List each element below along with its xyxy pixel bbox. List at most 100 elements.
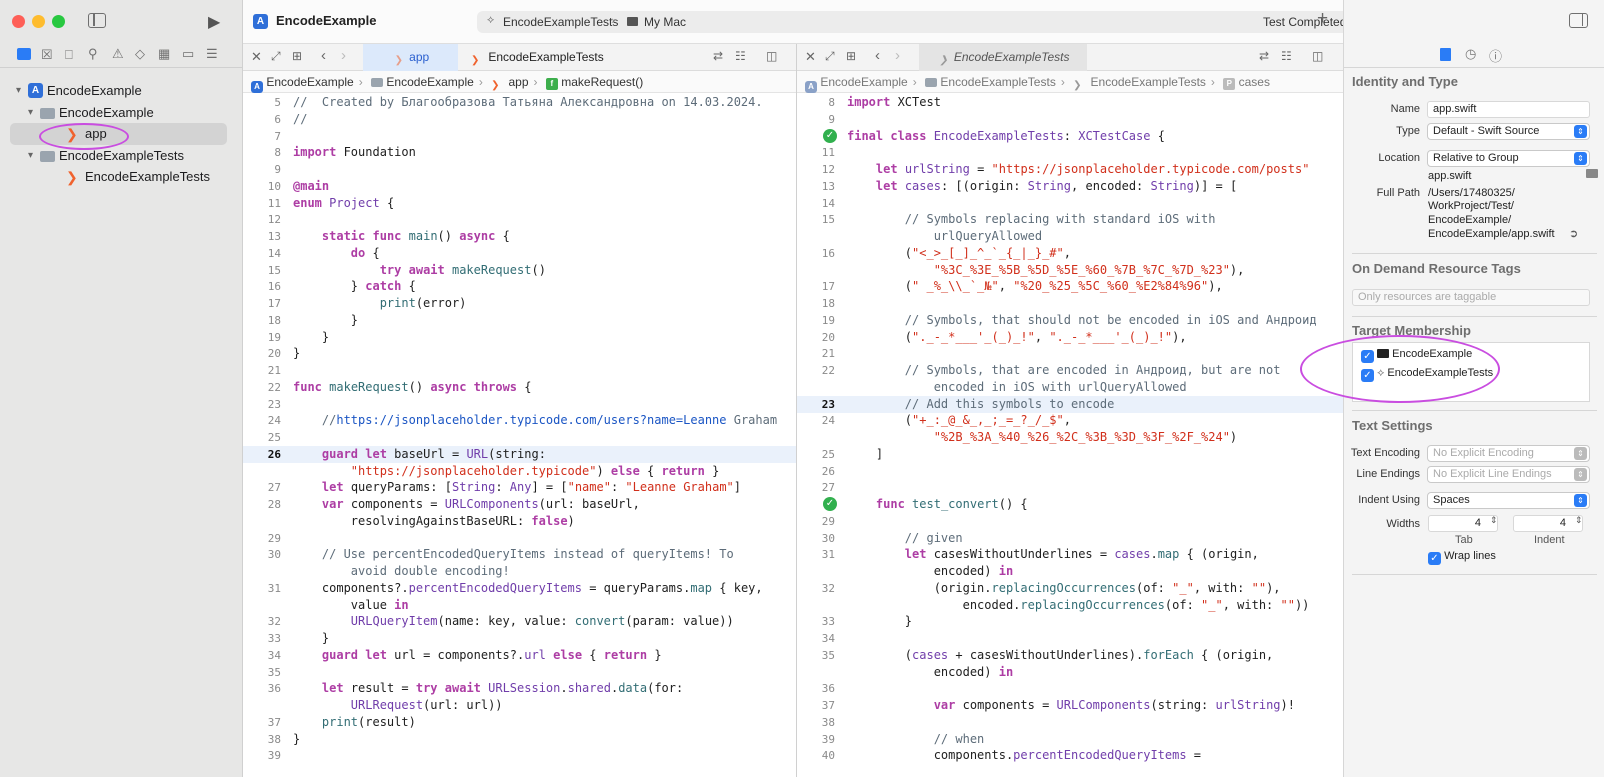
line-number[interactable]: 18 — [797, 295, 835, 312]
name-field[interactable]: app.swift — [1427, 101, 1590, 118]
line-number[interactable]: 40 — [797, 747, 835, 764]
code-line[interactable]: avoid double encoding! — [243, 563, 796, 580]
test-passed-icon[interactable]: ✓ — [823, 497, 837, 511]
line-number[interactable]: 8 — [797, 94, 835, 111]
line-number[interactable]: 31 — [243, 580, 281, 597]
code-line[interactable]: 16 } catch { — [243, 278, 796, 295]
jump-item[interactable]: cases — [1239, 75, 1270, 89]
code-line[interactable]: 24 //https://jsonplaceholder.typicode.co… — [243, 412, 796, 429]
code-line[interactable]: 5 // Created by Благообразова Татьяна Але… — [243, 94, 796, 111]
code-line[interactable]: 35 (cases + casesWithoutUnderlines).forE… — [797, 647, 1343, 664]
line-number[interactable]: 30 — [797, 530, 835, 547]
line-number[interactable]: 32 — [797, 580, 835, 597]
line-number[interactable]: 8 — [243, 144, 281, 161]
code-line[interactable]: 21 — [797, 345, 1343, 362]
code-line[interactable]: 30 // Use percentEncodedQueryItems inste… — [243, 546, 796, 563]
navigator-item[interactable]: ▾ A EncodeExample — [0, 80, 243, 102]
code-line[interactable]: 15 // Symbols replacing with standard iO… — [797, 211, 1343, 228]
code-line[interactable]: resolvingAgainstBaseURL: false) — [243, 513, 796, 530]
code-line[interactable]: 9 — [243, 161, 796, 178]
file-inspector-icon[interactable] — [1440, 48, 1451, 61]
line-number[interactable]: 36 — [243, 680, 281, 697]
find-icon[interactable]: ⚲ — [88, 46, 98, 62]
tab-encodeexampletests[interactable]: ❯ EncodeExampleTests — [919, 44, 1087, 71]
line-number[interactable]: 23 — [243, 396, 281, 413]
line-number[interactable]: 26 — [797, 463, 835, 480]
line-number[interactable]: 14 — [243, 245, 281, 262]
disclosure-chevron-icon[interactable]: ▾ — [28, 102, 33, 124]
line-number[interactable]: 30 — [243, 546, 281, 563]
line-number[interactable]: 21 — [243, 362, 281, 379]
line-number[interactable]: 39 — [243, 747, 281, 764]
code-line[interactable]: 31 components?.percentEncodedQueryItems … — [243, 580, 796, 597]
code-line[interactable]: 7 — [243, 128, 796, 145]
line-number[interactable]: 37 — [797, 697, 835, 714]
line-number[interactable]: 18 — [243, 312, 281, 329]
breakpoint-icon[interactable]: ▭ — [182, 46, 194, 62]
zoom-window-button[interactable] — [52, 15, 65, 28]
source-control-icon[interactable]: ☒ — [41, 47, 53, 63]
code-line[interactable]: encoded.replacingOccurrences(of: "_", wi… — [797, 597, 1343, 614]
tab-width-field[interactable]: 4 — [1428, 515, 1498, 532]
line-number[interactable]: 19 — [797, 312, 835, 329]
split-editor-icon[interactable]: ◫ — [1312, 49, 1323, 63]
jump-item[interactable]: EncodeExampleTests — [1091, 75, 1206, 89]
code-line[interactable]: 19 // Symbols, that should not be encode… — [797, 312, 1343, 329]
jump-item[interactable]: EncodeExample — [266, 75, 353, 89]
line-number[interactable]: 14 — [797, 195, 835, 212]
line-number[interactable]: 27 — [243, 479, 281, 496]
line-number[interactable]: 25 — [797, 446, 835, 463]
line-number[interactable]: 32 — [243, 613, 281, 630]
code-line[interactable]: 39 — [243, 747, 796, 764]
code-line[interactable]: 12 — [243, 211, 796, 228]
code-line[interactable]: 27 let queryParams: [String: Any] = ["na… — [243, 479, 796, 496]
code-line[interactable]: encoded) in — [797, 664, 1343, 681]
code-line[interactable]: 17 (" _%_\\_`_№", "%20_%25_%5C_%60_%E2%8… — [797, 278, 1343, 295]
stepper-icon[interactable]: ⇕ — [1490, 515, 1498, 526]
tab-encodeexampletests[interactable]: ❯ EncodeExampleTests — [463, 44, 612, 71]
line-number[interactable]: 9 — [243, 161, 281, 178]
checkbox-checked[interactable]: ✓ — [1428, 552, 1441, 565]
code-line[interactable]: 36 let result = try await URLSession.sha… — [243, 680, 796, 697]
reveal-arrow-icon[interactable]: ➲ — [1569, 227, 1578, 240]
related-items-icon[interactable]: ⇄ — [1259, 49, 1269, 63]
tab-app[interactable]: ❯ app — [363, 44, 458, 71]
line-number[interactable]: 17 — [243, 295, 281, 312]
inspector-toggle-icon[interactable] — [1569, 13, 1588, 28]
jump-item[interactable]: makeRequest() — [561, 75, 643, 89]
code-line[interactable]: 24 ("+_:_@_&_,_;_=_?_/_$", — [797, 412, 1343, 429]
code-line[interactable]: "https://jsonplaceholder.typicode") else… — [243, 463, 796, 480]
jump-item[interactable]: EncodeExampleTests — [940, 75, 1055, 89]
line-number[interactable]: 20 — [797, 329, 835, 346]
line-number[interactable]: 7 — [243, 128, 281, 145]
code-line[interactable]: 34 — [797, 630, 1343, 647]
code-line[interactable]: 35 — [243, 664, 796, 681]
line-number[interactable]: 12 — [797, 161, 835, 178]
close-icon[interactable]: ✕ — [805, 49, 816, 65]
line-number[interactable]: 34 — [797, 630, 835, 647]
destination-selector[interactable]: My Mac — [644, 15, 686, 29]
code-line[interactable]: 15 try await makeRequest() — [243, 262, 796, 279]
line-number[interactable]: 20 — [243, 345, 281, 362]
code-line[interactable]: encoded in iOS with urlQueryAllowed — [797, 379, 1343, 396]
folder-icon[interactable] — [1586, 169, 1598, 178]
type-select[interactable]: Default - Swift Source ⇕ — [1427, 123, 1590, 140]
line-number[interactable]: 33 — [797, 613, 835, 630]
navigator-item[interactable]: ▾ EncodeExample — [0, 102, 243, 124]
add-library-button[interactable]: + — [1317, 8, 1328, 30]
code-line[interactable]: 18 — [797, 295, 1343, 312]
disclosure-chevron-icon[interactable]: ▾ — [28, 145, 33, 167]
jump-item[interactable]: EncodeExample — [820, 75, 907, 89]
report-navigator-icon[interactable]: ☰ — [206, 46, 218, 62]
line-number[interactable]: 34 — [243, 647, 281, 664]
forward-icon[interactable]: › — [895, 47, 900, 64]
code-line[interactable]: 40 components.percentEncodedQueryItems = — [797, 747, 1343, 764]
disclosure-chevron-icon[interactable]: ▾ — [16, 80, 21, 102]
code-line[interactable]: 32 (origin.replacingOccurrences(of: "_",… — [797, 580, 1343, 597]
code-line[interactable]: 31 let casesWithoutUnderlines = cases.ma… — [797, 546, 1343, 563]
code-line[interactable]: 18 } — [243, 312, 796, 329]
code-line[interactable]: urlQueryAllowed — [797, 228, 1343, 245]
back-icon[interactable]: ‹ — [875, 47, 880, 64]
line-number[interactable]: 25 — [243, 429, 281, 446]
line-number[interactable]: 15 — [797, 211, 835, 228]
